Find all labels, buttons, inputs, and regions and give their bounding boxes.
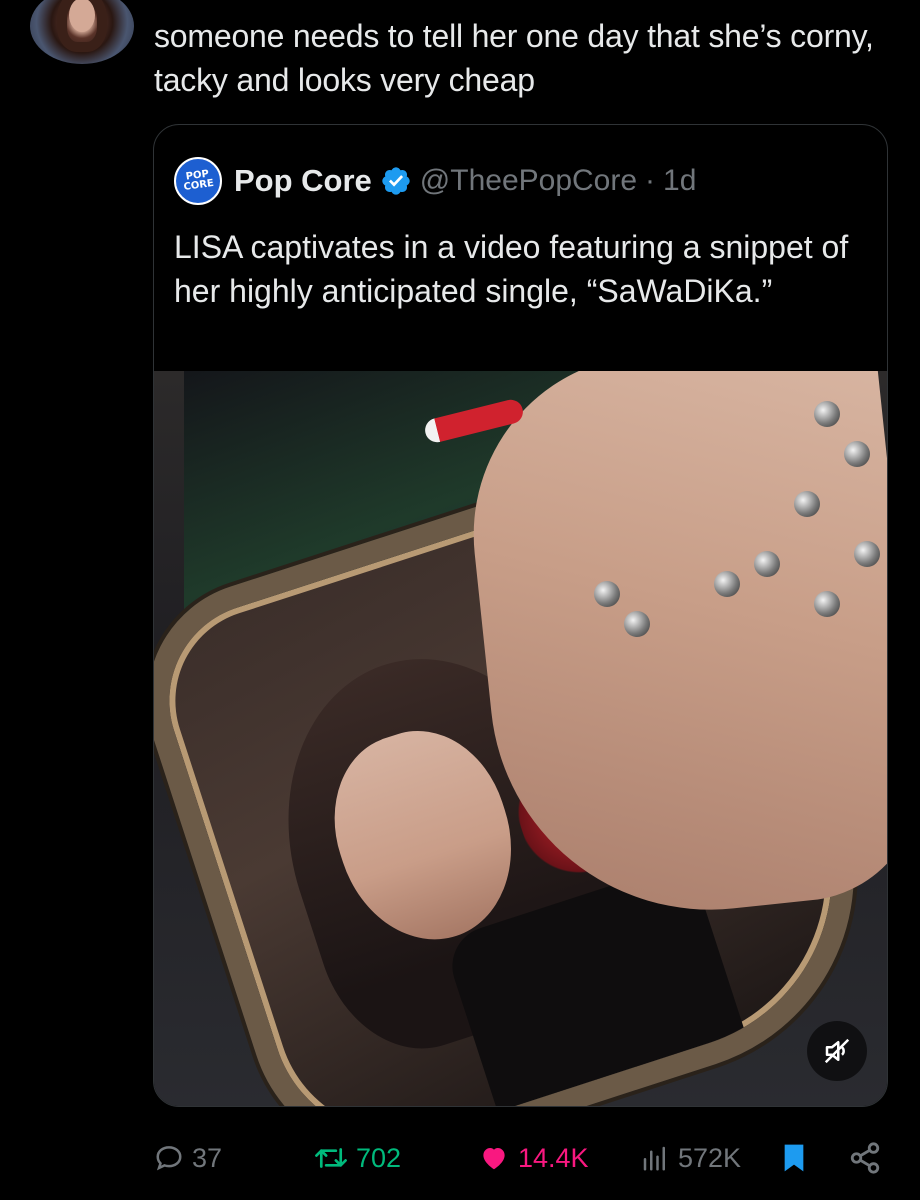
like-count: 14.4K	[518, 1142, 589, 1173]
quoted-tweet-video[interactable]	[154, 371, 887, 1106]
repost-icon	[315, 1148, 347, 1168]
reply-icon	[156, 1146, 182, 1171]
verified-badge-icon	[382, 167, 410, 195]
quoted-tweet-header: POP CORE Pop Core @TheePopCore · 1d	[174, 157, 696, 205]
video-ring-bead	[594, 581, 620, 607]
repost-button[interactable]: 702	[314, 1140, 401, 1176]
quoted-tweet-card[interactable]: POP CORE Pop Core @TheePopCore · 1d LISA…	[153, 124, 888, 1107]
video-ring-bead	[814, 401, 840, 427]
like-button[interactable]: 14.4K	[478, 1140, 589, 1176]
reply-button[interactable]: 37	[154, 1140, 222, 1176]
video-ring-bead	[624, 611, 650, 637]
reply-count: 37	[192, 1142, 223, 1173]
mute-toggle-button[interactable]	[807, 1021, 867, 1081]
speaker-muted-icon	[824, 1038, 850, 1064]
views-button[interactable]: 572K	[640, 1140, 741, 1176]
video-ring-bead	[844, 441, 870, 467]
header-separator: ·	[645, 164, 656, 197]
reply-text: someone needs to tell her one day that s…	[154, 18, 874, 98]
quoted-tweet-text: LISA captivates in a video featuring a s…	[174, 229, 849, 309]
share-icon	[850, 1142, 880, 1174]
quoted-author-handle[interactable]: @TheePopCore	[420, 164, 637, 198]
quoted-author-name[interactable]: Pop Core	[234, 163, 372, 199]
heart-icon	[483, 1148, 505, 1170]
video-ring-bead	[814, 591, 840, 617]
bookmark-icon	[784, 1144, 804, 1172]
quoted-author-avatar[interactable]: POP CORE	[174, 157, 222, 205]
video-ring-bead	[794, 491, 820, 517]
tweet-action-bar: 37 702 14.4K 572K	[154, 1140, 894, 1176]
reply-author-avatar[interactable]	[30, 0, 134, 64]
views-icon	[643, 1146, 665, 1171]
video-ring-bead	[854, 541, 880, 567]
repost-count: 702	[356, 1142, 402, 1173]
video-ring-bead	[714, 571, 740, 597]
pop-core-logo: POP CORE	[182, 168, 215, 194]
views-count: 572K	[678, 1142, 742, 1173]
quoted-tweet-timestamp[interactable]: 1d	[663, 164, 696, 198]
share-button[interactable]	[848, 1140, 882, 1176]
video-ring-bead	[754, 551, 780, 577]
bookmark-button[interactable]	[780, 1140, 808, 1176]
